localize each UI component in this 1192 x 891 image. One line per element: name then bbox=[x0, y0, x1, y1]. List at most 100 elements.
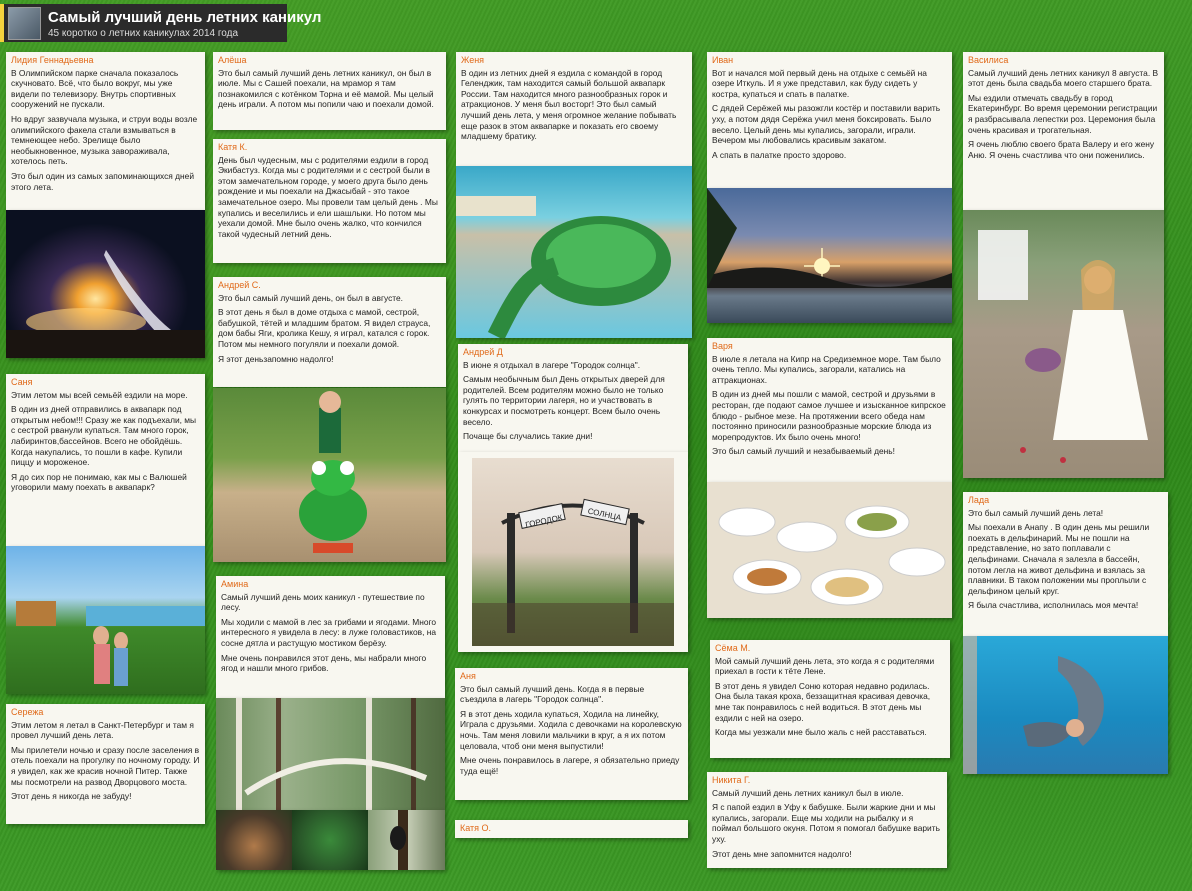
note-author: Лада bbox=[968, 495, 990, 505]
note-author: Сёма М. bbox=[715, 643, 751, 653]
note-text: В один из летних дней я ездила с командо… bbox=[461, 67, 677, 142]
note-text: Но вдруг зазвучала музыка, и струи воды … bbox=[11, 113, 198, 167]
note-author: Иван bbox=[712, 55, 734, 65]
note-anya[interactable]: Аня Это был самый лучший день. Когда я в… bbox=[455, 668, 688, 800]
frog-graphic bbox=[299, 391, 367, 553]
photo-camp-gate[interactable]: ГОРОДОК СОЛНЦА bbox=[458, 452, 688, 652]
note-text: Я с папой ездил в Уфу к бабушке. Были жа… bbox=[712, 802, 940, 844]
note-text: Мой самый лучший день лета, это когда я … bbox=[715, 655, 935, 677]
board-header: Самый лучший день летних каникул 45 коро… bbox=[0, 4, 321, 42]
photo-lake-sunset[interactable] bbox=[707, 188, 952, 323]
photo-berries[interactable] bbox=[292, 810, 368, 870]
note-alyosha[interactable]: Алёша Это был самый лучший день летних к… bbox=[213, 52, 446, 130]
wedding-graphic bbox=[978, 230, 1148, 463]
board-avatar[interactable] bbox=[8, 7, 41, 40]
photo-waterpark-slide[interactable] bbox=[456, 166, 692, 338]
note-text: Этим летом я летал в Санкт-Петербург и т… bbox=[11, 719, 194, 741]
note-author: Аня bbox=[460, 671, 476, 681]
note-katya-k[interactable]: Катя К. День был чудесным, мы с родителя… bbox=[213, 139, 446, 263]
note-katya-o[interactable]: Катя О. bbox=[455, 820, 688, 838]
photo-aquapark-kids[interactable] bbox=[6, 546, 205, 694]
note-text: Это был самый лучший день летних каникул… bbox=[218, 67, 434, 110]
kids-graphic bbox=[16, 601, 205, 686]
note-ivan[interactable]: Иван Вот и начался мой первый день на от… bbox=[707, 52, 952, 188]
note-text: Это был самый лучший день. Когда я в пер… bbox=[460, 683, 645, 705]
fountain-graphic bbox=[6, 250, 205, 358]
note-text: Это был самый лучший день лета! bbox=[968, 507, 1104, 518]
photo-wedding-girl[interactable] bbox=[963, 210, 1164, 478]
note-text: А спать в палатке просто здорово. bbox=[712, 149, 847, 160]
photo-boy-frog-rider[interactable] bbox=[213, 388, 446, 562]
note-text: В один из дней отправились в аквапарк по… bbox=[11, 404, 197, 468]
photo-mushrooms[interactable] bbox=[216, 810, 292, 870]
board-title: Самый лучший день летних каникул bbox=[48, 9, 322, 26]
note-author: Никита Г. bbox=[712, 775, 751, 785]
note-sanya[interactable]: Саня Этим летом мы всей семьёй ездили на… bbox=[6, 374, 205, 546]
note-text: В Олимпийском парке сначала показалось с… bbox=[11, 67, 179, 110]
photo-seafood-table[interactable] bbox=[707, 482, 952, 618]
note-author: Катя О. bbox=[460, 823, 492, 833]
note-author: Варя bbox=[712, 341, 733, 351]
note-lidiya[interactable]: Лидия Геннадьевна В Олимпийском парке сн… bbox=[6, 52, 205, 210]
note-text: Это был один из самых запоминающихся дне… bbox=[11, 170, 194, 192]
note-text: Мне очень понравилось в лагере, я обязат… bbox=[460, 755, 680, 776]
note-text: В июне я отдыхал в лагере "Городок солнц… bbox=[463, 359, 641, 370]
note-author: Андрей С. bbox=[218, 280, 261, 290]
photo-woodpecker[interactable] bbox=[368, 810, 445, 870]
note-zhenya[interactable]: Женя В один из летних дней я ездила с ко… bbox=[456, 52, 692, 166]
note-text: Я была счастлива, исполнилась моя мечта! bbox=[968, 600, 1139, 611]
note-varya[interactable]: Варя В июле я летала на Кипр на Средизем… bbox=[707, 338, 952, 482]
note-text: Я в этот день ходила купаться, Ходила на… bbox=[460, 708, 682, 751]
note-serezha[interactable]: Сережа Этим летом я летал в Санкт-Петерб… bbox=[6, 704, 205, 824]
note-text: Мы ходили с мамой в лес за грибами и яго… bbox=[221, 616, 437, 648]
note-author: Сережа bbox=[11, 707, 44, 717]
note-syoma[interactable]: Сёма М. Мой самый лучший день лета, это … bbox=[710, 640, 950, 758]
photo-olympic-fountain[interactable] bbox=[6, 210, 205, 358]
note-text: В один из дней мы пошли с мамой, сестрой… bbox=[712, 389, 946, 442]
note-text: Мне очень понравился этот день, мы набра… bbox=[221, 652, 427, 674]
note-author: Саня bbox=[11, 377, 33, 387]
slide-graphic bbox=[456, 196, 671, 338]
photo-forest-birch[interactable] bbox=[216, 698, 445, 810]
note-text: Почаще бы случались такие дни! bbox=[463, 431, 593, 442]
note-nikita[interactable]: Никита Г. Самый лучший день летних каник… bbox=[707, 772, 947, 868]
note-author: Катя К. bbox=[218, 142, 248, 152]
note-text: Мы ездили отмечать свадьбу в город Екате… bbox=[968, 92, 1158, 135]
note-text: С дядей Серёжей мы разожгли костёр и пос… bbox=[712, 103, 941, 146]
sunset-graphic bbox=[707, 188, 952, 288]
note-author: Женя bbox=[461, 55, 485, 65]
note-andrey-d[interactable]: Андрей Д В июне я отдыхал в лагере "Горо… bbox=[458, 344, 688, 452]
note-author: Амина bbox=[221, 579, 249, 589]
note-andrey-s[interactable]: Андрей С. Это был самый лучший день, он … bbox=[213, 277, 446, 387]
note-text: Этим летом мы всей семьёй ездили на море… bbox=[11, 389, 188, 400]
note-text: Я этот деньзапомню надолго! bbox=[218, 353, 334, 364]
note-lada[interactable]: Лада Это был самый лучший день лета! Мы … bbox=[963, 492, 1168, 636]
note-text: Самый лучший день летних каникул был в и… bbox=[712, 787, 904, 798]
note-text: Самый лучший день летних каникул 8 авгус… bbox=[968, 67, 1159, 89]
note-text: День был чудесным, мы с родителями ездил… bbox=[218, 154, 438, 239]
note-text: Мы прилетели ночью и сразу после заселен… bbox=[11, 744, 200, 787]
note-vasilisa[interactable]: Василиса Самый лучший день летних канику… bbox=[963, 52, 1164, 210]
note-text: Этот день мне запомнится надолго! bbox=[712, 848, 852, 859]
gate-graphic: ГОРОДОК СОЛНЦА bbox=[472, 498, 674, 646]
note-text: В этот день я увидел Соню которая недавн… bbox=[715, 680, 931, 723]
forest-graphic bbox=[236, 698, 428, 810]
note-text: Это был самый лучший день, он был в авгу… bbox=[218, 292, 404, 303]
note-text: Это был самый лучший и незабываемый день… bbox=[712, 446, 895, 457]
note-author: Алёша bbox=[218, 55, 247, 65]
photo-dolphin[interactable] bbox=[963, 636, 1168, 774]
table-graphic bbox=[718, 505, 946, 606]
dolphin-graphic bbox=[963, 636, 1104, 774]
note-author: Василиса bbox=[968, 55, 1009, 65]
note-text: Самым необычным был День открытых дверей… bbox=[463, 374, 665, 427]
note-amina[interactable]: Амина Самый лучший день моих каникул - п… bbox=[216, 576, 445, 698]
gate-scene: ГОРОДОК СОЛНЦА bbox=[472, 458, 674, 646]
note-text: Этот день я никогда не забуду! bbox=[11, 791, 132, 802]
note-text: В этот день я был в доме отдыха с мамой,… bbox=[218, 307, 431, 349]
note-text: В июле я летала на Кипр на Средиземное м… bbox=[712, 353, 941, 385]
note-text: Я до сих пор не понимаю, как мы с Валюше… bbox=[11, 471, 187, 493]
board-subtitle: 45 коротко о летних каникулах 2014 года bbox=[48, 28, 239, 39]
note-text: Самый лучший день моих каникул - путешес… bbox=[221, 591, 425, 613]
note-text: Мы поехали в Анапу . В один день мы реши… bbox=[968, 522, 1150, 596]
note-author: Андрей Д bbox=[463, 347, 503, 357]
